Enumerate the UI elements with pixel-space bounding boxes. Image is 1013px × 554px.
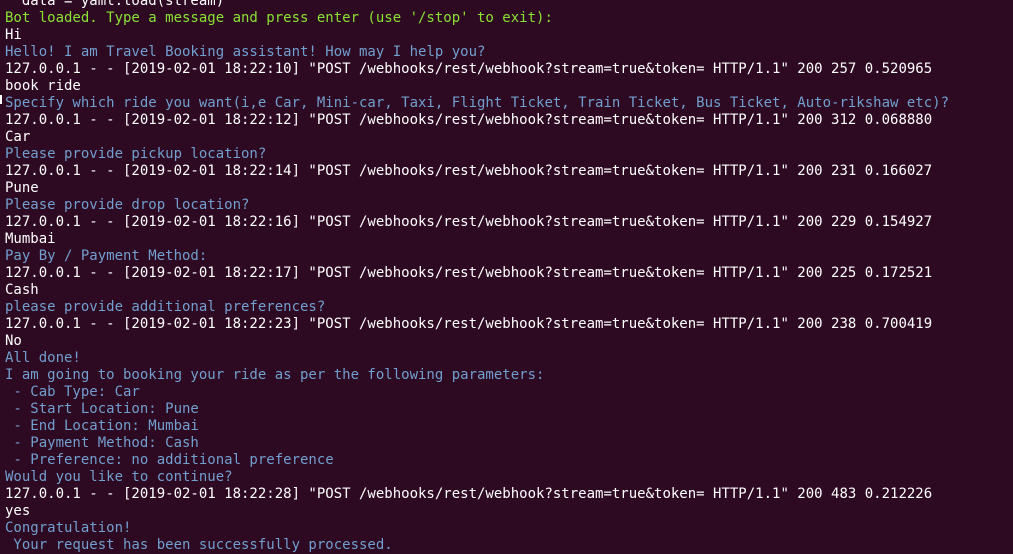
terminal-line: - Preference: no additional preference (5, 452, 334, 468)
terminal-line: Would you like to continue? (5, 469, 233, 485)
terminal-line: Cash (5, 282, 39, 298)
terminal-line: 127.0.0.1 - - [2019-02-01 18:22:16] "POS… (5, 214, 933, 230)
terminal-line: Bot loaded. Type a message and press ent… (5, 10, 553, 26)
terminal-line: All done! (5, 350, 81, 366)
terminal-line: Hello! I am Travel Booking assistant! Ho… (5, 44, 486, 60)
terminal-line: Pune (5, 180, 39, 196)
terminal-line: Congratulation! (5, 520, 132, 536)
terminal-output: data = yaml.load(stream) Bot loaded. Typ… (5, 0, 1013, 554)
terminal-line: - Payment Method: Cash (5, 435, 199, 451)
terminal-line: - End Location: Mumbai (5, 418, 199, 434)
terminal-line: please provide additional preferences? (5, 299, 326, 315)
terminal-line: Specify which ride you want(i,e Car, Min… (5, 95, 950, 111)
terminal-line: Mumbai (5, 231, 56, 247)
terminal-line: Pay By / Payment Method: (5, 248, 208, 264)
terminal-window[interactable]: data = yaml.load(stream) Bot loaded. Typ… (0, 0, 1013, 554)
terminal-line: No (5, 333, 22, 349)
terminal-line: Please provide drop location? (5, 197, 250, 213)
terminal-line: 127.0.0.1 - - [2019-02-01 18:22:14] "POS… (5, 163, 933, 179)
terminal-line: 127.0.0.1 - - [2019-02-01 18:22:10] "POS… (5, 61, 933, 77)
terminal-line: 127.0.0.1 - - [2019-02-01 18:22:17] "POS… (5, 265, 933, 281)
terminal-line: book ride (5, 78, 81, 94)
terminal-line: Please provide pickup location? (5, 146, 267, 162)
text-cursor (0, 95, 2, 104)
terminal-line: Car (5, 129, 31, 145)
terminal-line: - Start Location: Pune (5, 401, 199, 417)
terminal-line: - Cab Type: Car (5, 384, 140, 400)
terminal-line: I am going to booking your ride as per t… (5, 367, 545, 383)
terminal-line: 127.0.0.1 - - [2019-02-01 18:22:23] "POS… (5, 316, 933, 332)
terminal-line: Your request has been successfully proce… (5, 537, 393, 553)
terminal-line: data = yaml.load(stream) (5, 0, 225, 9)
terminal-line: 127.0.0.1 - - [2019-02-01 18:22:28] "POS… (5, 486, 933, 502)
terminal-line: 127.0.0.1 - - [2019-02-01 18:22:12] "POS… (5, 112, 933, 128)
terminal-line: yes (5, 503, 31, 519)
terminal-line: Hi (5, 27, 22, 43)
